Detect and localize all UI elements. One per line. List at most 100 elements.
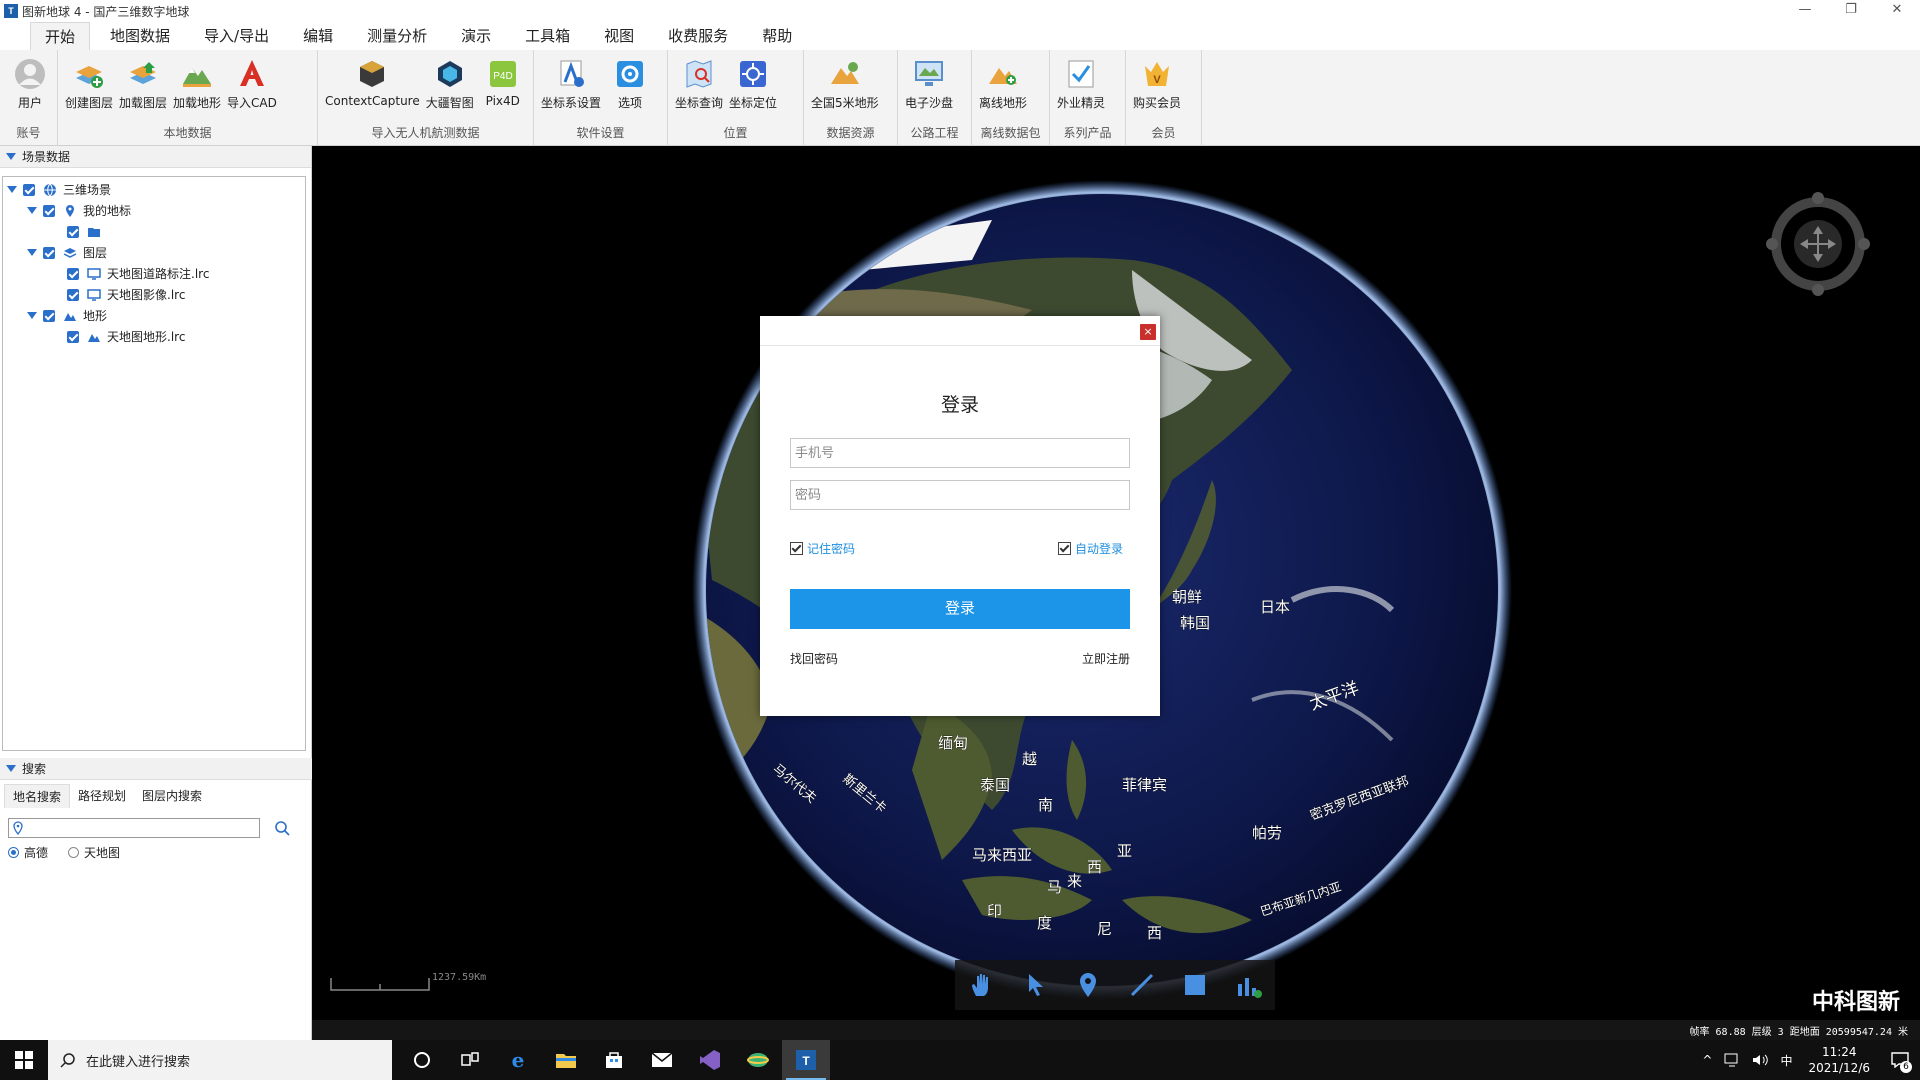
- notification-center-button[interactable]: 6: [1880, 1040, 1920, 1080]
- tree-node-imagery[interactable]: 天地图影像.lrc: [3, 284, 305, 305]
- polygon-icon[interactable]: [1180, 970, 1210, 1000]
- create-layer-button[interactable]: 创建图层: [62, 52, 116, 122]
- restore-button[interactable]: ❐: [1828, 0, 1874, 22]
- tree-checkbox[interactable]: [43, 204, 55, 217]
- tree-checkbox[interactable]: [43, 309, 55, 322]
- svg-text:T: T: [802, 1054, 810, 1068]
- pointer-icon[interactable]: [1020, 970, 1050, 1000]
- ime-indicator[interactable]: 中: [1780, 1052, 1792, 1069]
- offline-terrain-button[interactable]: 离线地形: [976, 52, 1030, 122]
- tree-node-my-landmarks[interactable]: 我的地标: [3, 200, 305, 221]
- coord-locate-button[interactable]: 坐标定位: [726, 52, 780, 122]
- search-header[interactable]: 搜索: [0, 758, 312, 780]
- hand-icon[interactable]: [967, 970, 997, 1000]
- search-icon[interactable]: [272, 818, 292, 838]
- volume-icon[interactable]: [1752, 1053, 1769, 1067]
- expand-triangle-icon[interactable]: [7, 186, 17, 193]
- login-submit-button[interactable]: 登录: [790, 589, 1130, 629]
- minimize-button[interactable]: —: [1782, 0, 1828, 22]
- tree-checkbox[interactable]: [67, 330, 79, 343]
- dialog-close-button[interactable]: ×: [1140, 324, 1156, 340]
- expand-triangle-icon[interactable]: [27, 249, 37, 256]
- menu-toolbox[interactable]: 工具箱: [511, 22, 584, 50]
- phone-input[interactable]: [790, 438, 1130, 468]
- tray-chevron-icon[interactable]: ^: [1702, 1053, 1712, 1067]
- tree-node-layers[interactable]: 图层: [3, 242, 305, 263]
- tab-place-search[interactable]: 地名搜索: [4, 784, 71, 808]
- expand-triangle-icon[interactable]: [27, 312, 37, 319]
- close-window-button[interactable]: ✕: [1874, 0, 1920, 22]
- navigation-compass[interactable]: [1760, 186, 1876, 302]
- coord-query-button[interactable]: 坐标查询: [672, 52, 726, 122]
- chart-icon[interactable]: [1233, 970, 1263, 1000]
- pix4d-button[interactable]: P4D Pix4D: [477, 52, 529, 122]
- menu-start[interactable]: 开始: [30, 22, 91, 50]
- tuxin-earth-button[interactable]: T: [782, 1040, 830, 1080]
- tab-route-planning[interactable]: 路径规划: [70, 784, 134, 808]
- options-button[interactable]: 选项: [604, 52, 656, 122]
- tree-checkbox[interactable]: [67, 288, 79, 301]
- menu-measure[interactable]: 测量分析: [353, 22, 441, 50]
- national-5m-terrain-button[interactable]: 全国5米地形: [808, 52, 882, 122]
- tree-node-folder[interactable]: [3, 221, 305, 242]
- network-icon[interactable]: [1724, 1053, 1740, 1067]
- tree-node-3d-scene[interactable]: 三维场景: [3, 179, 305, 200]
- mountain-icon: [64, 312, 76, 321]
- tree-checkbox[interactable]: [67, 267, 79, 280]
- visual-studio-button[interactable]: [686, 1040, 734, 1080]
- menu-presentation[interactable]: 演示: [447, 22, 505, 50]
- menu-import-export[interactable]: 导入/导出: [190, 22, 283, 50]
- auto-login-checkbox[interactable]: [1058, 542, 1071, 555]
- radio-tianditu[interactable]: [68, 847, 80, 858]
- tree-checkbox[interactable]: [23, 183, 35, 196]
- dji-terra-button[interactable]: 大疆智图: [423, 52, 477, 122]
- tree-node-road-labels[interactable]: 天地图道路标注.lrc: [3, 263, 305, 284]
- menu-view[interactable]: 视图: [590, 22, 648, 50]
- remember-password-option[interactable]: 记住密码: [790, 540, 855, 557]
- load-layer-button[interactable]: 加载图层: [116, 52, 170, 122]
- globe-app-button[interactable]: [734, 1040, 782, 1080]
- label-indonesia-a: 亚: [1117, 842, 1132, 860]
- mail-button[interactable]: [638, 1040, 686, 1080]
- digital-sandbox-button[interactable]: 电子沙盘: [902, 52, 956, 122]
- tree-node-terrain[interactable]: 地形: [3, 305, 305, 326]
- line-icon[interactable]: [1127, 970, 1157, 1000]
- start-button[interactable]: [0, 1040, 48, 1080]
- buy-membership-button[interactable]: V 购买会员: [1130, 52, 1184, 122]
- password-input[interactable]: [790, 480, 1130, 510]
- auto-login-option[interactable]: 自动登录: [1058, 540, 1123, 557]
- file-explorer-button[interactable]: [542, 1040, 590, 1080]
- user-button[interactable]: 用户: [4, 52, 56, 122]
- expand-triangle-icon[interactable]: [27, 207, 37, 214]
- tab-in-layer-search[interactable]: 图层内搜索: [134, 784, 210, 808]
- load-terrain-button[interactable]: 加载地形: [170, 52, 224, 122]
- remember-checkbox[interactable]: [790, 542, 803, 555]
- menu-help[interactable]: 帮助: [748, 22, 806, 50]
- tree-checkbox[interactable]: [67, 225, 79, 238]
- ribbon-toolbar: 用户 账号 创建图层 加载图层 加载地形 导入CAD 本地数据 ContextC…: [0, 50, 1920, 146]
- forgot-password-link[interactable]: 找回密码: [790, 650, 838, 667]
- tree-checkbox[interactable]: [43, 246, 55, 259]
- crs-settings-button[interactable]: 坐标系设置: [538, 52, 604, 122]
- clock[interactable]: 11:24 2021/12/6: [1808, 1044, 1870, 1076]
- cortana-button[interactable]: [398, 1040, 446, 1080]
- field-assistant-button[interactable]: 外业精灵: [1054, 52, 1108, 122]
- place-search-input[interactable]: [8, 818, 260, 838]
- register-link[interactable]: 立即注册: [1082, 650, 1130, 667]
- menu-paid-services[interactable]: 收费服务: [654, 22, 742, 50]
- scene-data-header[interactable]: 场景数据: [0, 146, 311, 168]
- map-pin-icon[interactable]: [1073, 970, 1103, 1000]
- ribbon-group-local-data: 创建图层 加载图层 加载地形 导入CAD 本地数据: [58, 50, 318, 146]
- store-button[interactable]: [590, 1040, 638, 1080]
- map-bottom-toolbar: [955, 960, 1275, 1010]
- radio-gaode[interactable]: [8, 847, 19, 858]
- taskbar-search-box[interactable]: 在此键入进行搜索: [48, 1040, 392, 1080]
- tree-node-terrain-file[interactable]: 天地图地形.lrc: [3, 326, 305, 347]
- edge-browser-button[interactable]: e: [494, 1040, 542, 1080]
- import-cad-button[interactable]: 导入CAD: [224, 52, 280, 122]
- status-bar: 帧率 68.88 层级 3 距地面 20599547.24 米: [312, 1020, 1920, 1040]
- menu-edit[interactable]: 编辑: [289, 22, 347, 50]
- menu-map-data[interactable]: 地图数据: [96, 22, 184, 50]
- contextcapture-button[interactable]: ContextCapture: [322, 52, 423, 122]
- task-view-button[interactable]: [446, 1040, 494, 1080]
